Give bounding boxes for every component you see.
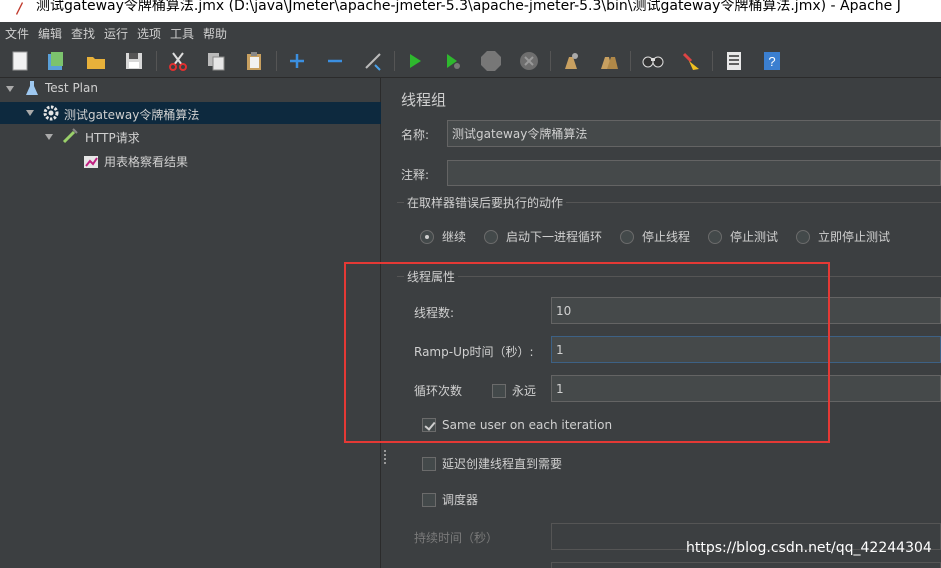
- menu-search[interactable]: 查找: [71, 25, 95, 42]
- tree-item-label: Test Plan: [45, 81, 98, 95]
- highlight-box: [344, 262, 830, 443]
- cut-icon[interactable]: [166, 49, 190, 73]
- reset-search-icon[interactable]: [679, 49, 703, 73]
- startup-delay-field[interactable]: [551, 562, 941, 568]
- error-action-group-title: 在取样器错误后要执行的动作: [404, 194, 567, 211]
- comment-field[interactable]: [447, 160, 941, 186]
- menu-run[interactable]: 运行: [104, 25, 128, 42]
- chevron-down-icon[interactable]: [26, 110, 34, 116]
- paste-icon[interactable]: [242, 49, 266, 73]
- function-helper-icon[interactable]: [722, 49, 746, 73]
- tree-item-test-plan[interactable]: Test Plan: [0, 78, 381, 100]
- shutdown-icon[interactable]: [517, 49, 541, 73]
- templates-icon[interactable]: [44, 49, 68, 73]
- http-sampler-icon: [62, 128, 78, 144]
- radio-dot[interactable]: [420, 229, 434, 244]
- radio-dot[interactable]: [620, 229, 634, 244]
- collapse-icon[interactable]: [323, 49, 347, 73]
- page-title: 线程组: [401, 91, 447, 109]
- save-icon[interactable]: [122, 49, 146, 73]
- menu-edit[interactable]: 编辑: [38, 25, 62, 42]
- help-icon[interactable]: ?: [760, 49, 784, 73]
- tree-item-table-results[interactable]: 用表格察看结果: [0, 150, 381, 172]
- radio-dot[interactable]: [796, 229, 810, 244]
- search-icon[interactable]: [641, 49, 665, 73]
- radio-stop-thread[interactable]: 停止线程: [620, 228, 690, 245]
- svg-text:?: ?: [768, 54, 775, 69]
- radio-stop-test-now[interactable]: 立即停止测试: [796, 228, 890, 245]
- radio-stop-test[interactable]: 停止测试: [708, 228, 778, 245]
- open-icon[interactable]: [84, 49, 108, 73]
- start-no-pauses-icon[interactable]: [441, 49, 465, 73]
- radio-dot[interactable]: [484, 229, 498, 244]
- splitter-grip-icon[interactable]: [384, 450, 387, 464]
- checkbox-box[interactable]: [422, 456, 436, 471]
- menu-bar: 文件 编辑 查找 运行 选项 工具 帮助: [0, 22, 941, 44]
- new-icon[interactable]: [8, 49, 32, 73]
- thread-group-gear-icon: [43, 105, 59, 121]
- menu-help[interactable]: 帮助: [203, 25, 227, 42]
- name-label: 名称:: [401, 128, 430, 142]
- chevron-down-icon[interactable]: [45, 134, 53, 140]
- toggle-icon[interactable]: [361, 49, 385, 73]
- menu-tools[interactable]: 工具: [170, 25, 194, 42]
- copy-icon[interactable]: [204, 49, 228, 73]
- stop-icon[interactable]: [479, 49, 503, 73]
- test-plan-icon: [26, 81, 38, 95]
- duration-label: 持续时间（秒）: [414, 531, 499, 545]
- watermark: https://blog.csdn.net/qq_42244304: [686, 540, 932, 556]
- tree-item-http-request[interactable]: HTTP请求: [0, 126, 381, 148]
- tree-item-label: 用表格察看结果: [104, 155, 189, 169]
- jmeter-feather-icon: [16, 2, 23, 15]
- toolbar: ?: [0, 44, 941, 78]
- tree-item-label: 测试gateway令牌桶算法: [64, 108, 200, 122]
- chevron-down-icon[interactable]: [6, 86, 14, 92]
- checkbox-box[interactable]: [422, 492, 436, 507]
- menu-file[interactable]: 文件: [5, 25, 29, 42]
- expand-icon[interactable]: [285, 49, 309, 73]
- comment-label: 注释:: [401, 168, 430, 182]
- name-field[interactable]: 测试gateway令牌桶算法: [447, 120, 941, 147]
- tree-item-label: HTTP请求: [85, 131, 140, 145]
- window-titlebar: 测试gateway令牌桶算法.jmx (D:\java\Jmeter\apach…: [0, 0, 941, 22]
- radio-start-next-loop[interactable]: 启动下一进程循环: [484, 228, 602, 245]
- radio-continue[interactable]: 继续: [420, 228, 466, 245]
- menu-options[interactable]: 选项: [137, 25, 161, 42]
- clear-all-icon[interactable]: [597, 49, 621, 73]
- window-title: 测试gateway令牌桶算法.jmx (D:\java\Jmeter\apach…: [36, 0, 901, 14]
- table-results-icon: [84, 156, 98, 168]
- clear-icon[interactable]: [559, 49, 583, 73]
- test-plan-tree: Test Plan 测试gateway令牌桶算法 HTTP请求 用表格察看结果: [0, 78, 381, 568]
- delay-thread-creation-checkbox[interactable]: 延迟创建线程直到需要: [422, 455, 562, 472]
- scheduler-checkbox[interactable]: 调度器: [422, 491, 478, 508]
- radio-dot[interactable]: [708, 229, 722, 244]
- tree-item-thread-group[interactable]: 测试gateway令牌桶算法: [0, 102, 381, 124]
- start-icon[interactable]: [403, 49, 427, 73]
